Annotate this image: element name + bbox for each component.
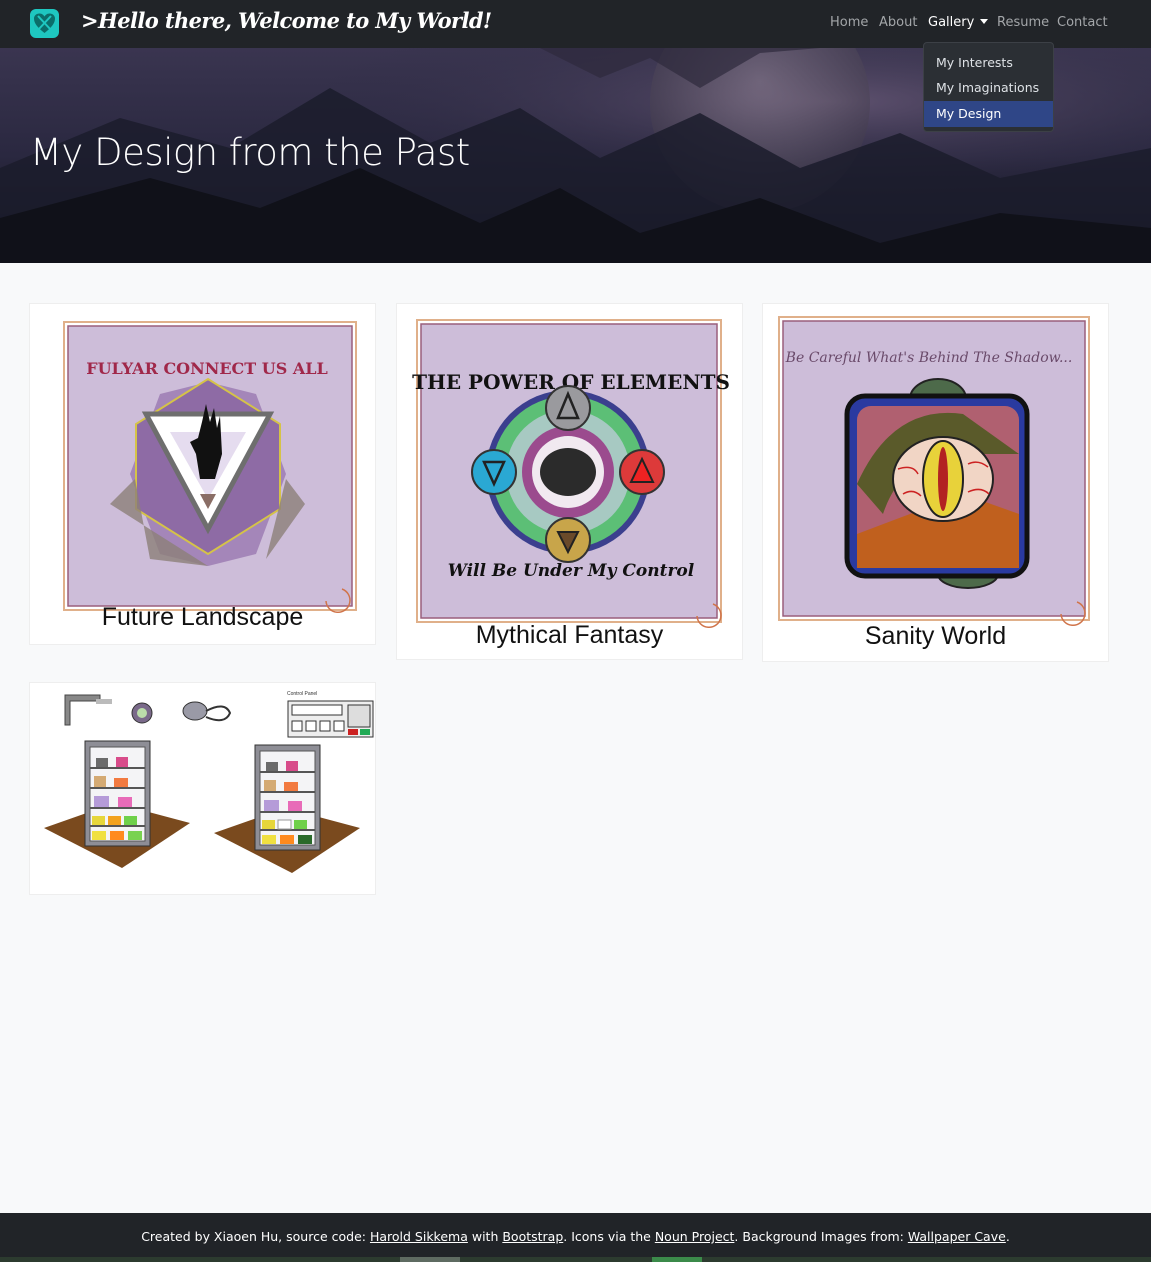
card-caption: Mythical Fantasy [475,621,664,649]
footer-mid-1: with [467,1229,503,1244]
poster-motto-text: Will Be Under My Control [448,561,695,581]
bottom-edge-segment [400,1257,460,1262]
bottom-edge-segment [652,1257,702,1262]
nav-home[interactable]: Home [830,15,868,30]
dropdown-item-my-interests[interactable]: My Interests [924,50,1053,76]
mythical-fantasy-poster-image: THE POWER OF ELEMENTS Will Be Under My C… [412,319,730,629]
footer-link-noun-project[interactable]: Noun Project [655,1229,735,1244]
card-caption: Future Landscape [101,603,304,631]
navbar: >Hello there, Welcome to My World! Home … [0,0,1151,48]
dropdown-item-my-design[interactable]: My Design [924,101,1053,127]
nav-resume[interactable]: Resume [997,15,1049,30]
poster-text: FULYAR CONNECT US ALL [86,359,328,378]
caret-down-icon [980,19,989,24]
bottom-edge-bar [0,1257,1151,1262]
gallery-card-sanity-world[interactable]: Be Careful What's Behind The Shadow... S… [762,303,1109,662]
page-title: My Design from the Past [30,131,470,174]
gallery-card-shelf-design[interactable]: Control Panel [29,682,376,895]
footer-link-bootstrap[interactable]: Bootstrap [502,1229,563,1244]
footer-mid-3: . Background Images from: [734,1229,908,1244]
shelf-design-image: Control Panel [44,691,374,873]
footer: Created by Xiaoen Hu, source code: Harol… [0,1213,1151,1262]
footer-suffix: . [1005,1229,1010,1244]
sanity-world-poster-image: Be Careful What's Behind The Shadow... [778,316,1090,627]
gallery-dropdown-menu: My Interests My Imaginations My Design [923,42,1054,132]
poster-text: Be Careful What's Behind The Shadow... [785,350,1073,366]
teal-heart-logo-icon[interactable] [29,8,60,39]
nav-gallery[interactable]: Gallery [928,15,989,30]
gallery-card-mythical-fantasy[interactable]: THE POWER OF ELEMENTS Will Be Under My C… [396,303,743,660]
control-panel-label: Control Panel [287,691,317,697]
card-caption: Sanity World [864,622,1007,650]
nav-contact[interactable]: Contact [1057,15,1108,30]
footer-link-wallpaper-cave[interactable]: Wallpaper Cave [908,1229,1006,1244]
footer-credits: Created by Xiaoen Hu, source code: Harol… [0,1229,1151,1244]
footer-prefix: Created by Xiaoen Hu, source code: [141,1229,370,1244]
brand-title[interactable]: >Hello there, Welcome to My World! [81,8,492,33]
footer-link-harold-sikkema[interactable]: Harold Sikkema [370,1229,468,1244]
nav-about[interactable]: About [879,15,917,30]
dropdown-item-my-imaginations[interactable]: My Imaginations [924,75,1053,101]
nav-gallery-label: Gallery [928,15,975,30]
footer-mid-2: . Icons via the [563,1229,655,1244]
gallery-card-future-landscape[interactable]: FULYAR CONNECT US ALL Future Landscape [29,303,376,645]
future-landscape-poster-image: FULYAR CONNECT US ALL [63,321,357,614]
